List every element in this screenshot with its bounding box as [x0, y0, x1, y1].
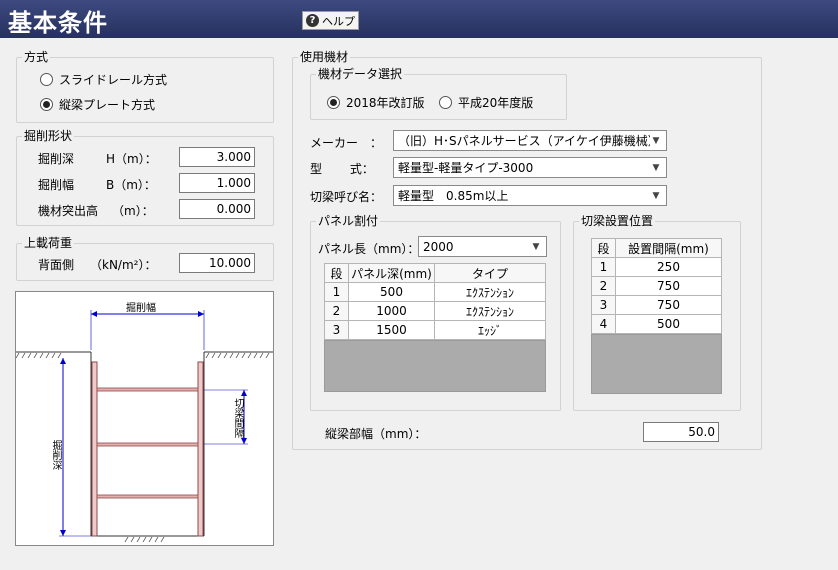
model-select[interactable]: 軽量型-軽量タイプ-3000 ▼	[393, 157, 667, 178]
radio-label: 縦梁プレート方式	[59, 98, 156, 112]
protrusion-label: 機材突出高	[38, 204, 99, 218]
radio-button[interactable]	[439, 96, 452, 109]
row-index: 2	[591, 276, 616, 296]
table-row[interactable]: 3 750	[591, 295, 722, 315]
method-group	[16, 57, 274, 123]
radio-button-selected[interactable]	[40, 98, 53, 111]
row-index: 1	[591, 257, 616, 277]
beam-width-input[interactable]: 50.0	[643, 422, 719, 442]
panel-length-label: パネル長（mm）：	[318, 242, 420, 256]
row-index: 3	[591, 295, 616, 315]
protrusion-unit: （m）：	[112, 204, 154, 218]
beam-width-label: 縦梁部幅（mm）：	[325, 427, 427, 441]
page-title: 基本条件	[8, 9, 108, 37]
radio-button[interactable]	[40, 73, 53, 86]
radio-h20-edition[interactable]: 平成20年度版	[439, 94, 533, 111]
panel-length-select[interactable]: 2000 ▼	[418, 236, 547, 257]
row-index: 3	[324, 320, 349, 340]
surcharge-input[interactable]: 10.000	[179, 253, 255, 273]
surcharge-label: 背面側	[38, 258, 75, 272]
depth-unit: H（m）：	[106, 152, 157, 166]
excavation-diagram: 掘削幅 掘削深 切梁間隔	[15, 291, 274, 546]
cell-spacing[interactable]: 250	[615, 257, 722, 277]
help-button[interactable]: ? ヘルプ	[302, 11, 359, 30]
chevron-down-icon: ▼	[652, 190, 660, 201]
equipment-legend: 使用機材	[298, 50, 351, 64]
table-empty-area	[324, 340, 546, 392]
width-unit: B（m）：	[106, 178, 156, 192]
table-row[interactable]: 1 500 ｴｸｽﾃﾝｼｮﾝ	[324, 282, 546, 302]
row-index: 1	[324, 282, 349, 302]
chevron-down-icon: ▼	[532, 241, 540, 252]
cell-spacing[interactable]: 750	[615, 276, 722, 296]
cell-panel-depth[interactable]: 500	[348, 282, 435, 302]
depth-label: 掘削深	[38, 152, 75, 166]
maker-select[interactable]: （旧）H･Sパネルサービス（アイケイ伊藤機械） ▼	[393, 130, 667, 151]
col-header: タイプ	[434, 263, 546, 283]
row-index: 2	[324, 301, 349, 321]
depth-input[interactable]: 3.000	[179, 147, 255, 167]
radio-slide-rail[interactable]: スライドレール方式	[40, 71, 167, 88]
table-empty-area	[591, 334, 722, 394]
surcharge-unit: （kN/m²）：	[90, 258, 157, 272]
maker-value: （旧）H･Sパネルサービス（アイケイ伊藤機械）	[398, 134, 650, 148]
diagram-depth-label: 掘削深	[50, 440, 61, 470]
model-label: 型 式：	[310, 162, 374, 176]
col-header: パネル深(mm)	[348, 263, 435, 283]
help-button-label: ヘルプ	[322, 14, 355, 28]
model-value: 軽量型-軽量タイプ-3000	[398, 161, 534, 175]
diagram-width-label: 掘削幅	[126, 303, 156, 314]
table-row[interactable]: 3 1500 ｴｯｼﾞ	[324, 320, 546, 340]
chevron-down-icon: ▼	[652, 162, 660, 173]
diagram-strut-spacing-label: 切梁間隔	[232, 398, 243, 438]
question-icon: ?	[306, 14, 319, 27]
radio-label: 平成20年度版	[458, 96, 534, 110]
protrusion-input[interactable]: 0.000	[179, 199, 255, 219]
surcharge-legend: 上載荷重	[22, 236, 75, 250]
radio-vertical-plate[interactable]: 縦梁プレート方式	[40, 96, 155, 113]
excavation-legend: 掘削形状	[22, 129, 75, 143]
panel-table-container: 段 パネル深(mm) タイプ 1 500 ｴｸｽﾃﾝｼｮﾝ 2 1000 ｴｸｽ…	[324, 263, 546, 395]
chevron-down-icon: ▼	[652, 135, 660, 146]
cell-panel-depth[interactable]: 1000	[348, 301, 435, 321]
strut-name-select[interactable]: 軽量型 0.85m以上 ▼	[393, 185, 667, 206]
panel-length-value: 2000	[423, 239, 454, 254]
strut-name-label: 切梁呼び名：	[310, 190, 383, 204]
title-bar	[0, 0, 838, 38]
cell-panel-depth[interactable]: 1500	[348, 320, 435, 340]
strut-name-value: 軽量型 0.85m以上	[398, 189, 509, 203]
strut-position-legend: 切梁設置位置	[579, 214, 656, 228]
table-row[interactable]: 4 500	[591, 314, 722, 334]
data-selection-legend: 機材データ選択	[316, 67, 405, 81]
cell-type[interactable]: ｴｸｽﾃﾝｼｮﾝ	[434, 282, 546, 302]
panel-table: 段 パネル深(mm) タイプ 1 500 ｴｸｽﾃﾝｼｮﾝ 2 1000 ｴｸｽ…	[324, 263, 546, 340]
width-label: 掘削幅	[38, 178, 75, 192]
col-header: 段	[324, 263, 349, 283]
radio-label: スライドレール方式	[59, 73, 168, 87]
method-legend: 方式	[22, 50, 51, 64]
radio-2018-revision[interactable]: 2018年改訂版	[327, 94, 425, 111]
strut-table: 段 設置間隔(mm) 1 250 2 750 3 750 4 500	[591, 238, 722, 334]
col-header: 段	[591, 238, 616, 258]
width-input[interactable]: 1.000	[179, 173, 255, 193]
table-row[interactable]: 2 750	[591, 276, 722, 296]
cell-spacing[interactable]: 500	[615, 314, 722, 334]
cell-type[interactable]: ｴｯｼﾞ	[434, 320, 546, 340]
row-index: 4	[591, 314, 616, 334]
radio-label: 2018年改訂版	[346, 96, 425, 110]
maker-label: メーカー ：	[310, 136, 383, 150]
cell-type[interactable]: ｴｸｽﾃﾝｼｮﾝ	[434, 301, 546, 321]
radio-button-selected[interactable]	[327, 96, 340, 109]
col-header: 設置間隔(mm)	[615, 238, 722, 258]
table-row[interactable]: 2 1000 ｴｸｽﾃﾝｼｮﾝ	[324, 301, 546, 321]
cell-spacing[interactable]: 750	[615, 295, 722, 315]
table-row[interactable]: 1 250	[591, 257, 722, 277]
strut-table-container: 段 設置間隔(mm) 1 250 2 750 3 750 4 500	[591, 238, 722, 395]
panel-allocation-legend: パネル割付	[316, 214, 381, 228]
